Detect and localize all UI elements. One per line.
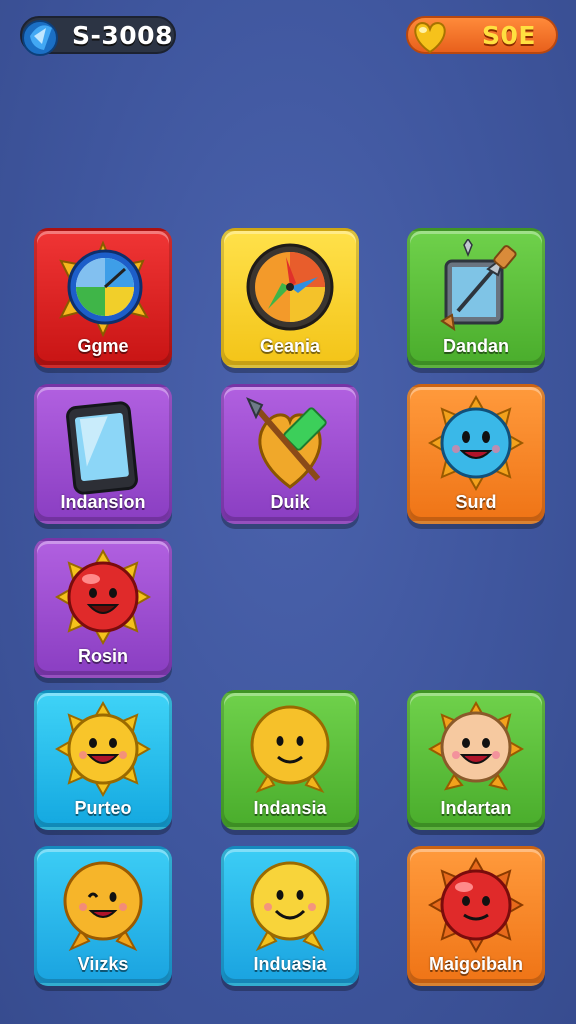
currency-counter-left[interactable]: S-3008 — [20, 16, 176, 56]
currency-counter-right[interactable]: S0E — [406, 16, 558, 54]
peach-sun-face-icon — [427, 701, 525, 791]
tile-label: Surd — [455, 492, 497, 512]
yellow-blob-face-icon — [250, 705, 330, 793]
game-tile-1[interactable]: Ggme — [34, 228, 172, 368]
game-tile-6[interactable]: Surd — [407, 384, 545, 524]
game-tile-2[interactable]: Geania — [221, 228, 359, 368]
game-tile-9[interactable]: Indansia — [221, 690, 359, 830]
red-sun-face-icon — [54, 549, 152, 646]
red-sun-face-icon — [427, 857, 525, 954]
tile-label: Induasia — [253, 954, 327, 974]
compass-dial-icon — [246, 243, 334, 331]
tile-label: Dandan — [442, 336, 509, 356]
game-tile-10[interactable]: Indartan — [407, 690, 545, 830]
gold-heart-icon — [414, 21, 446, 54]
tile-label: Rosin — [77, 646, 128, 666]
clock-compass-icon — [59, 240, 150, 338]
gem-arrow-icon — [246, 397, 327, 489]
tile-label: Duik — [270, 492, 310, 512]
game-tile-8[interactable]: Purteo — [34, 690, 172, 830]
left-counter-text: S-3008 — [72, 21, 173, 50]
tile-label: Maigoibaln — [429, 954, 523, 974]
tile-label: Viızks — [77, 954, 129, 974]
game-tile-7[interactable]: Rosin — [34, 538, 172, 678]
right-counter-text: S0E — [482, 21, 536, 50]
tile-label: Indansia — [253, 798, 327, 818]
phone-icon — [66, 401, 138, 495]
tile-label: Ggme — [77, 336, 129, 356]
game-tile-5[interactable]: Duik — [221, 384, 359, 524]
blue-sun-face-icon — [427, 395, 525, 492]
yellow-sun-face-icon — [54, 701, 152, 798]
tile-label: Geania — [259, 336, 321, 356]
game-tile-4[interactable]: Indansion — [34, 384, 172, 524]
tile-label: Indansion — [60, 492, 146, 512]
tile-label: Purteo — [74, 798, 132, 818]
game-tile-12[interactable]: Induasia — [221, 846, 359, 986]
game-tile-3[interactable]: Dandan — [407, 228, 545, 368]
blue-gem-icon — [22, 20, 58, 56]
yellow-smile-face-icon — [250, 861, 330, 952]
game-tile-11[interactable]: Viızks — [34, 846, 172, 986]
game-tile-13[interactable]: Maigoibaln — [407, 846, 545, 986]
orange-blob-face-icon — [63, 861, 143, 952]
tile-label: Indartan — [440, 798, 512, 818]
glass-panel-spear-icon — [440, 239, 517, 332]
